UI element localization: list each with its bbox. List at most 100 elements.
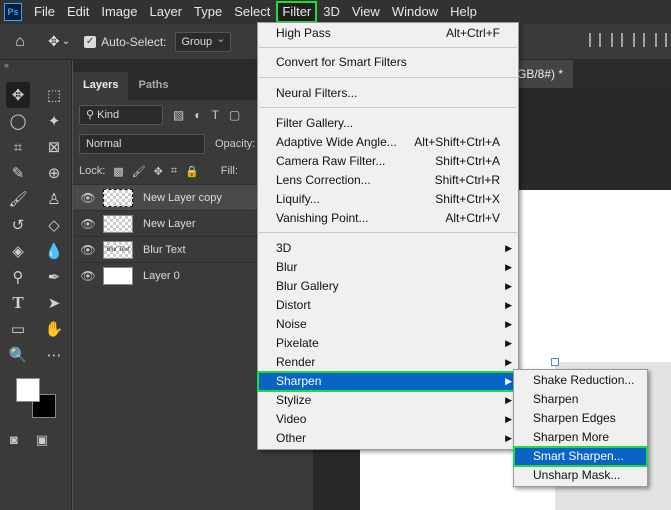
home-icon[interactable]: ⌂ (0, 33, 40, 51)
menu-image[interactable]: Image (95, 1, 143, 23)
lock-artboard-icon[interactable]: ⌗ (171, 165, 177, 178)
hand-tool-icon[interactable]: ✋ (36, 316, 72, 342)
menu-item-high-pass[interactable]: High Pass Alt+Ctrl+F (258, 24, 518, 43)
eyedropper-icon[interactable]: ✎ (0, 160, 36, 186)
auto-select-dropdown[interactable]: Group (174, 30, 231, 52)
menu-view[interactable]: View (346, 1, 386, 23)
submenu-item-smart-sharpen[interactable]: Smart Sharpen... (513, 446, 648, 467)
submenu-item-sharpen-more[interactable]: Sharpen More (514, 428, 647, 447)
lock-label: Lock: (79, 165, 106, 177)
submenu-arrow-icon: ▶ (505, 414, 512, 424)
paint-bucket-icon[interactable]: ◈ (0, 238, 36, 264)
menu-type[interactable]: Type (188, 1, 228, 23)
kind-filter-dropdown[interactable]: ⚲ Kind (79, 105, 163, 125)
menu-item-other[interactable]: Other ▶ (258, 429, 518, 448)
marquee-tool-icon[interactable]: ⬚ (36, 82, 72, 108)
menu-separator (259, 77, 517, 78)
menu-item-lens-correction[interactable]: Lens Correction... Shift+Ctrl+R (258, 171, 518, 190)
submenu-item-unsharp-mask[interactable]: Unsharp Mask... (514, 466, 647, 485)
menu-item-video[interactable]: Video ▶ (258, 410, 518, 429)
menu-item-render[interactable]: Render ▶ (258, 353, 518, 372)
menu-item-blur[interactable]: Blur ▶ (258, 258, 518, 277)
layer-thumbnail (103, 188, 133, 207)
type-tool-icon[interactable]: T (0, 290, 36, 316)
blend-mode-dropdown[interactable]: Normal (79, 134, 205, 154)
tab-layers[interactable]: Layers (73, 72, 129, 100)
menu-item-pixelate[interactable]: Pixelate ▶ (258, 334, 518, 353)
visibility-eye-icon[interactable]: 👁 (73, 191, 103, 205)
zoom-tool-icon[interactable]: 🔍 (0, 342, 36, 368)
align-icon[interactable] (633, 33, 645, 47)
menu-item-liquify[interactable]: Liquify... Shift+Ctrl+X (258, 190, 518, 209)
menu-item-noise[interactable]: Noise ▶ (258, 315, 518, 334)
submenu-arrow-icon: ▶ (505, 243, 512, 253)
move-tool-icon[interactable]: ✥ (6, 82, 30, 108)
image-filter-icon[interactable]: ▧ (173, 108, 184, 122)
shape-filter-icon[interactable]: ▢ (229, 108, 240, 122)
dodge-tool-icon[interactable]: ⚲ (0, 264, 36, 290)
visibility-eye-icon[interactable]: 👁 (73, 217, 103, 231)
quick-mask-icon[interactable]: ◙ (10, 432, 18, 448)
pen-tool-icon[interactable]: ✒ (36, 264, 72, 290)
blur-tool-icon[interactable]: 💧 (36, 238, 72, 264)
menu-item-stylize[interactable]: Stylize ▶ (258, 391, 518, 410)
submenu-item-shake-reduction[interactable]: Shake Reduction... (514, 371, 647, 390)
auto-select-label: Auto-Select: (101, 34, 167, 49)
lock-transparent-icon[interactable]: ▩ (113, 165, 123, 178)
menu-select[interactable]: Select (228, 1, 276, 23)
auto-select-checkbox[interactable]: ✓ (84, 35, 97, 48)
menu-layer[interactable]: Layer (144, 1, 189, 23)
opacity-label: Opacity: (215, 138, 256, 150)
menu-separator (259, 107, 517, 108)
menu-3d[interactable]: 3D (317, 1, 346, 23)
frame-tool-icon[interactable]: ⊠ (36, 134, 72, 160)
menu-edit[interactable]: Edit (61, 1, 95, 23)
eraser-icon[interactable]: ◇ (36, 212, 72, 238)
healing-brush-icon[interactable]: ⊕ (36, 160, 72, 186)
align-icon[interactable] (589, 33, 601, 47)
sharpen-submenu: Shake Reduction... Sharpen Sharpen Edges… (513, 369, 648, 487)
align-icon[interactable] (611, 33, 623, 47)
more-tools-icon[interactable]: ⋯ (36, 342, 72, 368)
menu-item-filter-gallery[interactable]: Filter Gallery... (258, 114, 518, 133)
type-filter-icon[interactable]: T (212, 108, 219, 122)
align-icon[interactable] (655, 33, 667, 47)
visibility-eye-icon[interactable]: 👁 (73, 243, 103, 257)
menu-item-3d[interactable]: 3D ▶ (258, 239, 518, 258)
screen-mode-icon[interactable]: ▣ (36, 432, 48, 448)
collapse-icon[interactable]: « (0, 60, 71, 72)
menu-filter[interactable]: Filter (276, 1, 318, 23)
move-tool-preset[interactable]: ✥ ⌄ (48, 33, 70, 50)
brush-tool-icon[interactable]: 🖌 (0, 186, 36, 212)
adjustment-filter-icon[interactable]: ◐ (194, 108, 201, 122)
menu-item-distort[interactable]: Distort ▶ (258, 296, 518, 315)
path-selection-icon[interactable]: ➤ (36, 290, 72, 316)
tab-paths[interactable]: Paths (128, 72, 178, 100)
menu-file[interactable]: File (28, 1, 61, 23)
lasso-tool-icon[interactable]: ◯ (0, 108, 36, 134)
menu-item-adaptive-wide-angle[interactable]: Adaptive Wide Angle... Alt+Shift+Ctrl+A (258, 133, 518, 152)
color-swatches (16, 378, 60, 422)
menu-item-vanishing-point[interactable]: Vanishing Point... Alt+Ctrl+V (258, 209, 518, 228)
magic-wand-icon[interactable]: ✦ (36, 108, 72, 134)
crop-tool-icon[interactable]: ⌗ (0, 134, 36, 160)
submenu-item-sharpen-edges[interactable]: Sharpen Edges (514, 409, 647, 428)
menu-item-camera-raw[interactable]: Camera Raw Filter... Shift+Ctrl+A (258, 152, 518, 171)
history-brush-icon[interactable]: ↺ (0, 212, 36, 238)
lock-image-icon[interactable]: 🖌 (132, 165, 146, 178)
document-tab[interactable]: GB/8#) * (513, 60, 573, 88)
menu-item-blur-gallery[interactable]: Blur Gallery ▶ (258, 277, 518, 296)
visibility-eye-icon[interactable]: 👁 (73, 269, 103, 283)
lock-position-icon[interactable]: ✥ (154, 165, 163, 178)
submenu-item-sharpen[interactable]: Sharpen (514, 390, 647, 409)
menu-item-sharpen[interactable]: Sharpen ▶ (257, 371, 519, 392)
transform-handle[interactable] (551, 358, 559, 366)
clone-stamp-icon[interactable]: ♙ (36, 186, 72, 212)
rectangle-tool-icon[interactable]: ▭ (0, 316, 36, 342)
menu-window[interactable]: Window (386, 1, 444, 23)
menu-help[interactable]: Help (444, 1, 483, 23)
foreground-color-swatch[interactable] (16, 378, 40, 402)
menu-item-convert-smart-filters[interactable]: Convert for Smart Filters (258, 53, 518, 72)
lock-all-icon[interactable]: 🔒 (185, 165, 199, 178)
menu-item-neural-filters[interactable]: Neural Filters... (258, 84, 518, 103)
